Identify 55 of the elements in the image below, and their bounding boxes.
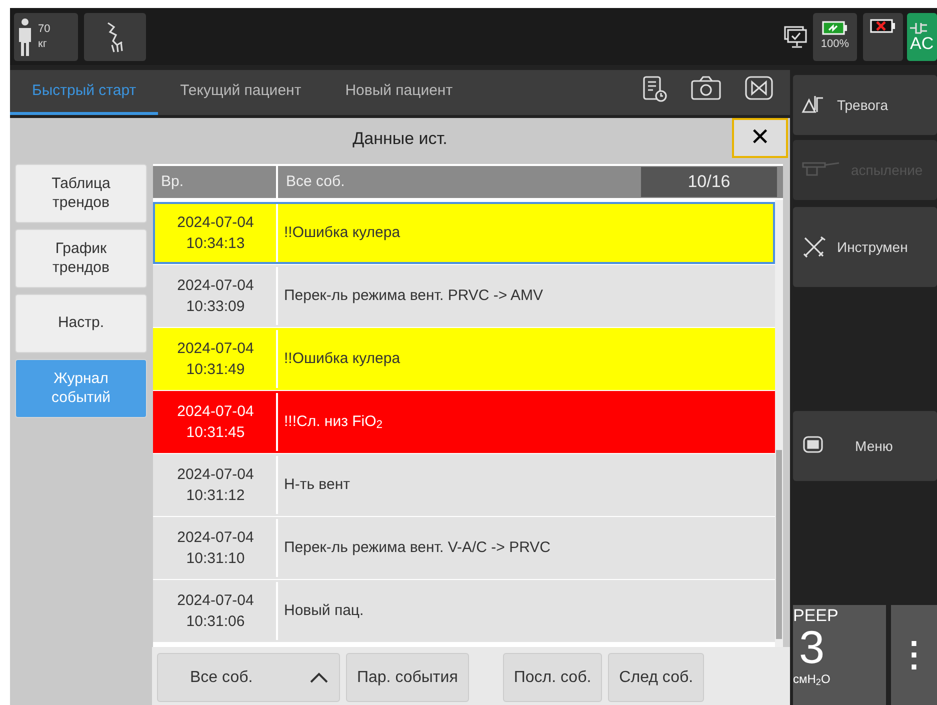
table-row[interactable]: 2024-07-04 10:31:49 !!Ошибка кулера xyxy=(153,328,775,390)
sidebar-item[interactable]: Таблица трендов xyxy=(15,164,147,223)
footer-button[interactable]: Все соб. xyxy=(157,653,340,702)
weight-unit: кг xyxy=(38,36,48,51)
table-row[interactable]: 2024-07-04 10:31:06 Новый пац. xyxy=(153,580,775,642)
table-row[interactable]: 2024-07-04 10:31:10 Перек-ль режима вент. V-A/C -> PRVC xyxy=(153,517,775,579)
peep-value: 3 xyxy=(798,624,826,670)
column-header: Вр. xyxy=(153,166,276,198)
battery-reading: 100% xyxy=(820,37,850,52)
freeze-icon[interactable] xyxy=(744,75,774,101)
time-cell: 2024-07-04 10:31:49 xyxy=(155,330,278,388)
side-button[interactable]: Тревога xyxy=(793,75,937,135)
column-header: Все соб. xyxy=(286,172,345,192)
event-cell-text: Перек-ль режима вент. PRVC -> AMV xyxy=(283,286,543,306)
battery-icon xyxy=(822,21,848,36)
time-cell: 2024-07-04 10:31:10 xyxy=(155,519,278,577)
camera-icon[interactable] xyxy=(690,75,722,101)
event-cell-text: !!Ошибка кулера xyxy=(283,222,400,243)
report-icon[interactable] xyxy=(642,75,668,103)
more-button[interactable]: ⋮ xyxy=(891,605,937,705)
dialog-title: Данные ист. xyxy=(352,128,448,150)
power-label: AC xyxy=(910,35,934,52)
footer-button[interactable]: Пар. события xyxy=(346,653,469,702)
side-button[interactable]: Меню xyxy=(793,411,937,481)
peep-unit: смH$_{2}$O xyxy=(793,671,832,688)
table-row[interactable]: 2024-07-04 10:33:09 Перек-ль режима вент. PRVC -> AMV xyxy=(153,265,775,327)
time-cell: 2024-07-04 10:31:12 xyxy=(155,456,278,514)
time-cell: 2024-07-04 10:31:06 xyxy=(155,582,278,640)
time-cell: 2024-07-04 10:31:45 xyxy=(155,393,278,451)
event-cell-text: !!!Сл. низ FiO$_{2}$ xyxy=(283,412,383,433)
table-row[interactable]: 2024-07-04 10:34:13 !!Ошибка кулера xyxy=(153,202,775,264)
monitor-icon xyxy=(783,24,807,48)
scrollbar[interactable] xyxy=(775,200,783,647)
footer-button[interactable]: Посл. соб. xyxy=(502,653,602,702)
time-cell: 2024-07-04 10:33:09 xyxy=(155,267,278,325)
peep-label: PEEP xyxy=(793,607,840,624)
battery-error-icon xyxy=(870,18,896,32)
table-row[interactable]: 2024-07-04 10:31:45 !!!Сл. низ FiO$_{2}$ xyxy=(153,391,775,453)
person-icon xyxy=(18,18,32,56)
time-cell: 2024-07-04 10:34:13 xyxy=(155,204,278,262)
event-cell-text: !!Ошибка кулера xyxy=(283,348,400,369)
tab[interactable]: Новый пациент xyxy=(323,80,475,115)
weight-value: 70 xyxy=(38,22,50,36)
close-button[interactable]: ✕ xyxy=(732,118,788,158)
event-cell-text: Перек-ль режима вент. V-A/C -> PRVC xyxy=(283,538,550,558)
side-button[interactable]: Инструмен xyxy=(793,207,937,287)
event-cell-text: Новый пац. xyxy=(283,600,364,621)
footer-button[interactable]: След соб. xyxy=(608,653,704,702)
sidebar-item[interactable]: Настр. xyxy=(15,294,147,353)
event-cell-text: Н-ть вент xyxy=(283,474,350,495)
tab[interactable]: Текущий пациент xyxy=(158,80,324,115)
sidebar-item[interactable]: График трендов xyxy=(15,229,147,288)
event-counter: 10/16 xyxy=(641,167,777,197)
caret-icon xyxy=(309,672,329,684)
table-row[interactable]: 2024-07-04 10:31:12 Н-ть вент xyxy=(153,454,775,516)
